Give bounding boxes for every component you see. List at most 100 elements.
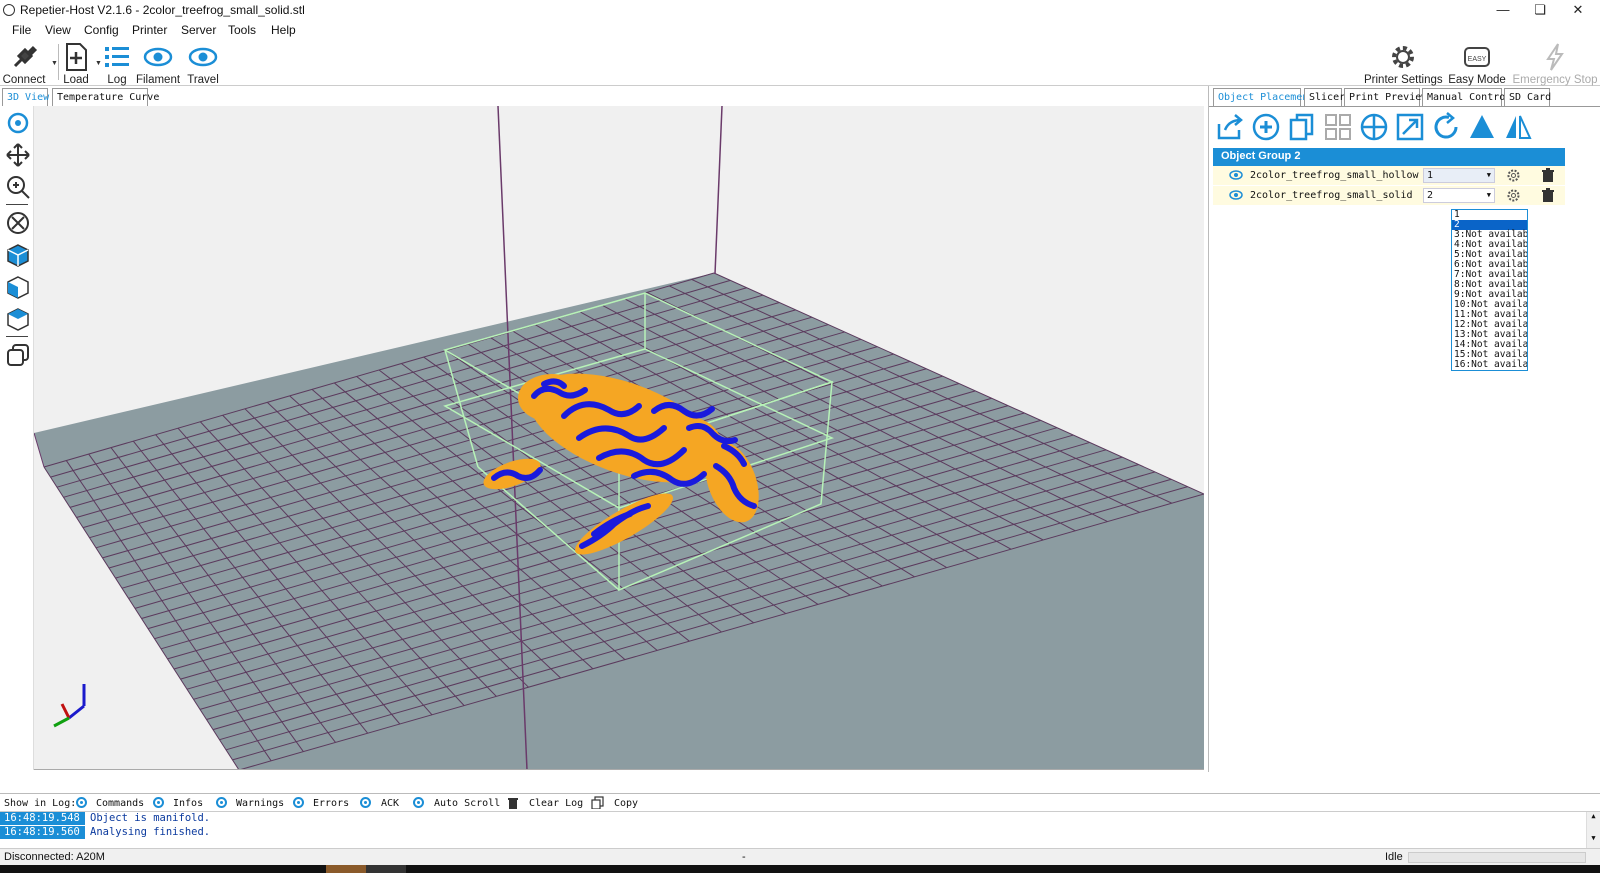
taskbar-item[interactable] <box>366 865 406 873</box>
minimize-button[interactable]: — <box>1488 2 1518 18</box>
rotate-icon[interactable] <box>1431 112 1461 142</box>
tab-slicer[interactable]: Slicer <box>1304 88 1345 106</box>
show-in-log-label: Show in Log: <box>4 798 77 809</box>
auto-scroll-toggle-icon[interactable] <box>413 797 424 808</box>
warnings-toggle[interactable]: Warnings <box>236 798 284 809</box>
cut-icon[interactable] <box>1467 112 1497 142</box>
tab-sd-card[interactable]: SD Card <box>1504 88 1551 106</box>
tab-3d-view[interactable]: 3D View <box>2 88 49 106</box>
log-button[interactable]: Log <box>102 40 132 86</box>
auto-scroll-toggle[interactable]: Auto Scroll <box>434 798 500 809</box>
object-group-header[interactable]: Object Group 2 <box>1213 148 1565 166</box>
travel-button[interactable]: Travel <box>184 40 222 86</box>
add-object-icon[interactable] <box>1251 112 1281 142</box>
title-bar: Repetier-Host V2.1.6 - 2color_treefrog_s… <box>0 0 1600 20</box>
close-button[interactable]: ✕ <box>1563 2 1593 18</box>
lightning-icon <box>1546 43 1564 71</box>
extruder-select[interactable]: 2 ▼ <box>1423 188 1495 203</box>
load-button[interactable]: Load <box>60 40 92 86</box>
zoom-icon[interactable] <box>5 174 31 200</box>
gear-icon <box>1392 46 1414 68</box>
connect-dropdown-icon[interactable]: ▼ <box>51 60 58 67</box>
connect-button[interactable]: Connect <box>2 40 46 86</box>
easy-mode-button[interactable]: EASY Easy Mode <box>1446 40 1508 86</box>
ack-toggle[interactable]: ACK <box>381 798 399 809</box>
errors-toggle[interactable]: Errors <box>313 798 349 809</box>
infos-toggle[interactable]: Infos <box>173 798 203 809</box>
object-row[interactable]: 2color_treefrog_small_hollow 1 ▼ <box>1213 166 1565 185</box>
filament-button[interactable]: Filament <box>134 40 182 86</box>
object-row[interactable]: 2color_treefrog_small_solid 2 ▼ <box>1213 186 1565 205</box>
extruder-value: 2 <box>1427 190 1434 201</box>
scale-icon[interactable] <box>1395 112 1425 142</box>
progress-bar <box>1408 852 1586 863</box>
move-view-icon[interactable] <box>5 142 31 168</box>
object-settings-gear-icon[interactable] <box>1506 168 1521 183</box>
clear-log-trash-icon[interactable] <box>507 796 519 809</box>
parallel-projection-icon[interactable] <box>5 342 31 368</box>
taskbar-item[interactable] <box>326 865 366 873</box>
os-taskbar <box>0 865 1600 873</box>
visibility-eye-icon[interactable] <box>1229 170 1243 180</box>
extruder-value: 1 <box>1427 170 1434 181</box>
printer-settings-button[interactable]: Printer Settings <box>1364 40 1443 86</box>
mirror-icon[interactable] <box>1503 112 1533 142</box>
extruder-option[interactable]: 1 <box>1452 210 1527 220</box>
top-view-icon[interactable] <box>5 306 31 332</box>
menu-tools[interactable]: Tools <box>228 23 256 37</box>
window-title: Repetier-Host V2.1.6 - 2color_treefrog_s… <box>20 3 305 17</box>
scroll-up-icon[interactable]: ▲ <box>1587 812 1600 820</box>
tab-temperature-curve[interactable]: Temperature Curve <box>52 88 159 106</box>
status-bar: Disconnected: A20M - Idle <box>0 848 1600 865</box>
emergency-stop-button[interactable]: Emergency Stop <box>1512 40 1598 86</box>
commands-toggle-icon[interactable] <box>76 797 87 808</box>
fit-view-icon[interactable] <box>5 210 31 236</box>
filament-label: Filament <box>135 74 181 86</box>
visibility-eye-icon[interactable] <box>1229 190 1243 200</box>
object-name: 2color_treefrog_small_solid <box>1250 190 1413 201</box>
log-area[interactable]: 16:48:19.548 Object is manifold. 16:48:1… <box>0 811 1600 848</box>
menu-help[interactable]: Help <box>271 23 296 37</box>
log-timestamp: 16:48:19.560 <box>0 826 85 839</box>
status-center: - <box>742 851 746 863</box>
copy-button[interactable]: Copy <box>614 798 638 809</box>
scroll-down-icon[interactable]: ▼ <box>1587 834 1600 842</box>
export-icon[interactable] <box>1215 112 1245 142</box>
load-dropdown-icon[interactable]: ▼ <box>95 60 102 67</box>
maximize-button[interactable]: ❏ <box>1525 2 1555 18</box>
front-view-icon[interactable] <box>5 274 31 300</box>
delete-trash-icon[interactable] <box>1541 188 1555 203</box>
tab-print-preview[interactable]: Print Preview <box>1344 88 1427 106</box>
travel-label: Travel <box>187 74 219 86</box>
commands-toggle[interactable]: Commands <box>96 798 144 809</box>
iso-view-icon[interactable] <box>5 242 31 268</box>
extruder-dropdown-list[interactable]: 123:Not available4:Not available5:Not av… <box>1451 209 1528 371</box>
ack-toggle-icon[interactable] <box>360 797 371 808</box>
tab-object-placement[interactable]: Object Placement <box>1213 88 1314 106</box>
menu-view[interactable]: View <box>45 23 71 37</box>
menu-config[interactable]: Config <box>84 23 119 37</box>
delete-trash-icon[interactable] <box>1541 168 1555 183</box>
rotate-view-icon[interactable] <box>5 110 31 136</box>
extruder-select[interactable]: 1 ▼ <box>1423 168 1495 183</box>
log-label: Log <box>107 74 127 86</box>
tab-manual-control[interactable]: Manual Control <box>1422 88 1511 106</box>
tool-separator <box>6 204 28 205</box>
autoposition-icon[interactable] <box>1323 112 1353 142</box>
clear-log-button[interactable]: Clear Log <box>529 798 583 809</box>
object-settings-gear-icon[interactable] <box>1506 188 1521 203</box>
menu-file[interactable]: File <box>12 23 31 37</box>
right-panel: Object Placement Slicer Print Preview Ma… <box>1208 86 1600 772</box>
extruder-option[interactable]: 16:Not available <box>1452 360 1527 370</box>
center-object-icon[interactable] <box>1359 112 1389 142</box>
infos-toggle-icon[interactable] <box>153 797 164 808</box>
warnings-toggle-icon[interactable] <box>216 797 227 808</box>
log-scrollbar[interactable]: ▲ ▼ <box>1586 812 1600 848</box>
menu-printer[interactable]: Printer <box>132 23 167 37</box>
errors-toggle-icon[interactable] <box>293 797 304 808</box>
app-icon <box>3 4 15 16</box>
menu-server[interactable]: Server <box>181 23 216 37</box>
3d-viewport[interactable] <box>34 106 1204 770</box>
copy-icon[interactable] <box>591 796 605 809</box>
copy-object-icon[interactable] <box>1287 112 1317 142</box>
